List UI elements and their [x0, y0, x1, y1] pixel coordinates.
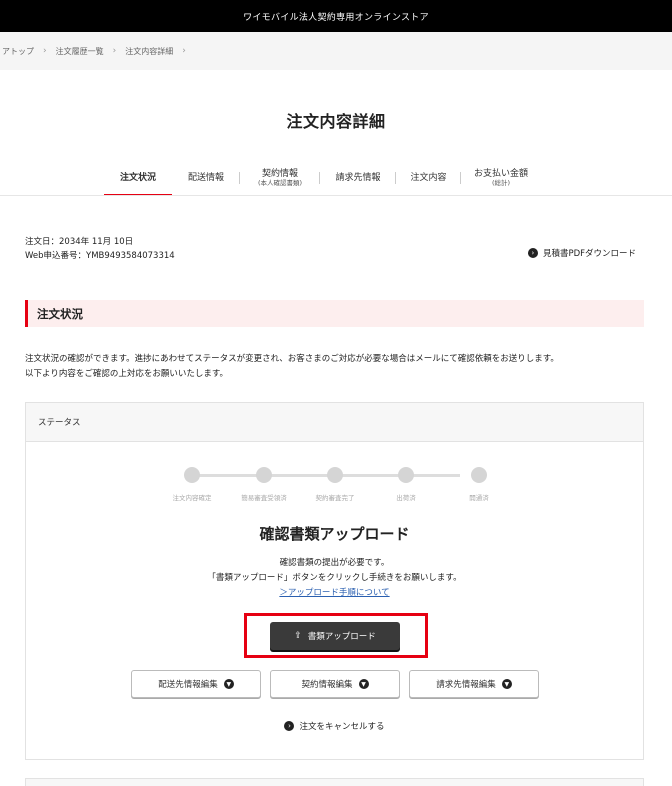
- status-card: ステータス 注文内容確定 簡易審査受領済 契約審査完了 出荷済 開通済 確認書類…: [25, 402, 644, 760]
- edit-buttons: 配送先情報編集 ▼ 契約情報編集 ▼ 請求先情報編集 ▼: [131, 670, 548, 698]
- step-dot: [398, 467, 414, 483]
- step-dot: [184, 467, 200, 483]
- step-shipped: 出荷済: [374, 467, 438, 502]
- edit-delivery-button[interactable]: 配送先情報編集 ▼: [131, 670, 261, 698]
- detail-tabs: 注文状況 配送情報 契約情報 (本人確認書類) 請求先情報 注文内容 お支払い金額…: [104, 160, 541, 196]
- step-dot: [256, 467, 272, 483]
- section-title: 注文状況: [25, 300, 644, 327]
- upload-title: 確認書類アップロード: [259, 525, 410, 543]
- order-date: 注文日：2034年 11月 10日: [25, 237, 134, 247]
- tab-contract[interactable]: 契約情報 (本人確認書類): [240, 160, 320, 196]
- cancel-order-link[interactable]: › 注文をキャンセルする: [26, 720, 643, 732]
- chevron-down-circle-icon: ▼: [501, 679, 512, 689]
- edit-contract-button[interactable]: 契約情報編集 ▼: [270, 670, 400, 698]
- breadcrumb-item-current: 注文内容詳細: [125, 46, 174, 56]
- chevron-right-circle-icon: ›: [527, 248, 538, 258]
- store-header: ワイモバイル法人契約専用オンラインストア: [0, 0, 672, 32]
- tab-order-status[interactable]: 注文状況: [104, 160, 172, 196]
- upload-message: 確認書類の提出が必要です。 「書類アップロード」ボタンをクリックし手続きをお願い…: [207, 558, 462, 598]
- order-meta: 注文日：2034年 11月 10日 Web申込番号：YMB94935840733…: [25, 235, 175, 263]
- upload-guide-link[interactable]: ＞アップロード手順について: [279, 588, 389, 598]
- chevron-right-icon: ›: [182, 46, 186, 56]
- tab-delivery[interactable]: 配送情報: [172, 160, 240, 196]
- section-description: 注文状況の確認ができます。進捗にあわせてステータスが変更され、お客さまのご対応が…: [25, 354, 559, 379]
- edit-billing-button[interactable]: 請求先情報編集 ▼: [409, 670, 539, 698]
- store-title: ワイモバイル法人契約専用オンラインストア: [243, 12, 429, 23]
- step-contract-review: 契約審査完了: [303, 467, 367, 502]
- step-activated: 開通済: [447, 467, 511, 502]
- page-title: 注文内容詳細: [286, 112, 386, 131]
- order-number: Web申込番号：YMB9493584073314: [25, 251, 175, 261]
- breadcrumb-item-top[interactable]: アトップ: [2, 46, 34, 57]
- next-card: [25, 778, 644, 786]
- chevron-down-circle-icon: ▼: [223, 679, 234, 689]
- chevron-down-circle-icon: ▼: [358, 679, 369, 689]
- divider: [0, 195, 672, 196]
- chevron-right-icon: ›: [43, 46, 47, 56]
- step-dot: [327, 467, 343, 483]
- progress-stepper: 注文内容確定 簡易審査受領済 契約審査完了 出荷済 開通済: [166, 467, 489, 507]
- step-dot: [471, 467, 487, 483]
- chevron-right-circle-icon: ›: [284, 721, 295, 731]
- step-screening-received: 簡易審査受領済: [232, 467, 296, 502]
- upload-documents-button[interactable]: ⇪ 書類アップロード: [270, 622, 400, 650]
- breadcrumb-item-history[interactable]: 注文履歴一覧: [56, 46, 104, 57]
- pdf-download-link[interactable]: › 見積書PDFダウンロード: [527, 247, 636, 259]
- chevron-right-icon: ›: [112, 46, 117, 56]
- status-card-header: ステータス: [26, 403, 643, 442]
- tab-order-contents[interactable]: 注文内容: [396, 160, 461, 196]
- step-order-confirmed: 注文内容確定: [160, 467, 224, 502]
- upload-icon: ⇪: [294, 631, 302, 641]
- tab-payment-total[interactable]: お支払い金額 (総計): [461, 160, 541, 196]
- breadcrumb: アトップ › 注文履歴一覧 › 注文内容詳細 ›: [0, 32, 672, 70]
- tab-billing[interactable]: 請求先情報: [320, 160, 396, 196]
